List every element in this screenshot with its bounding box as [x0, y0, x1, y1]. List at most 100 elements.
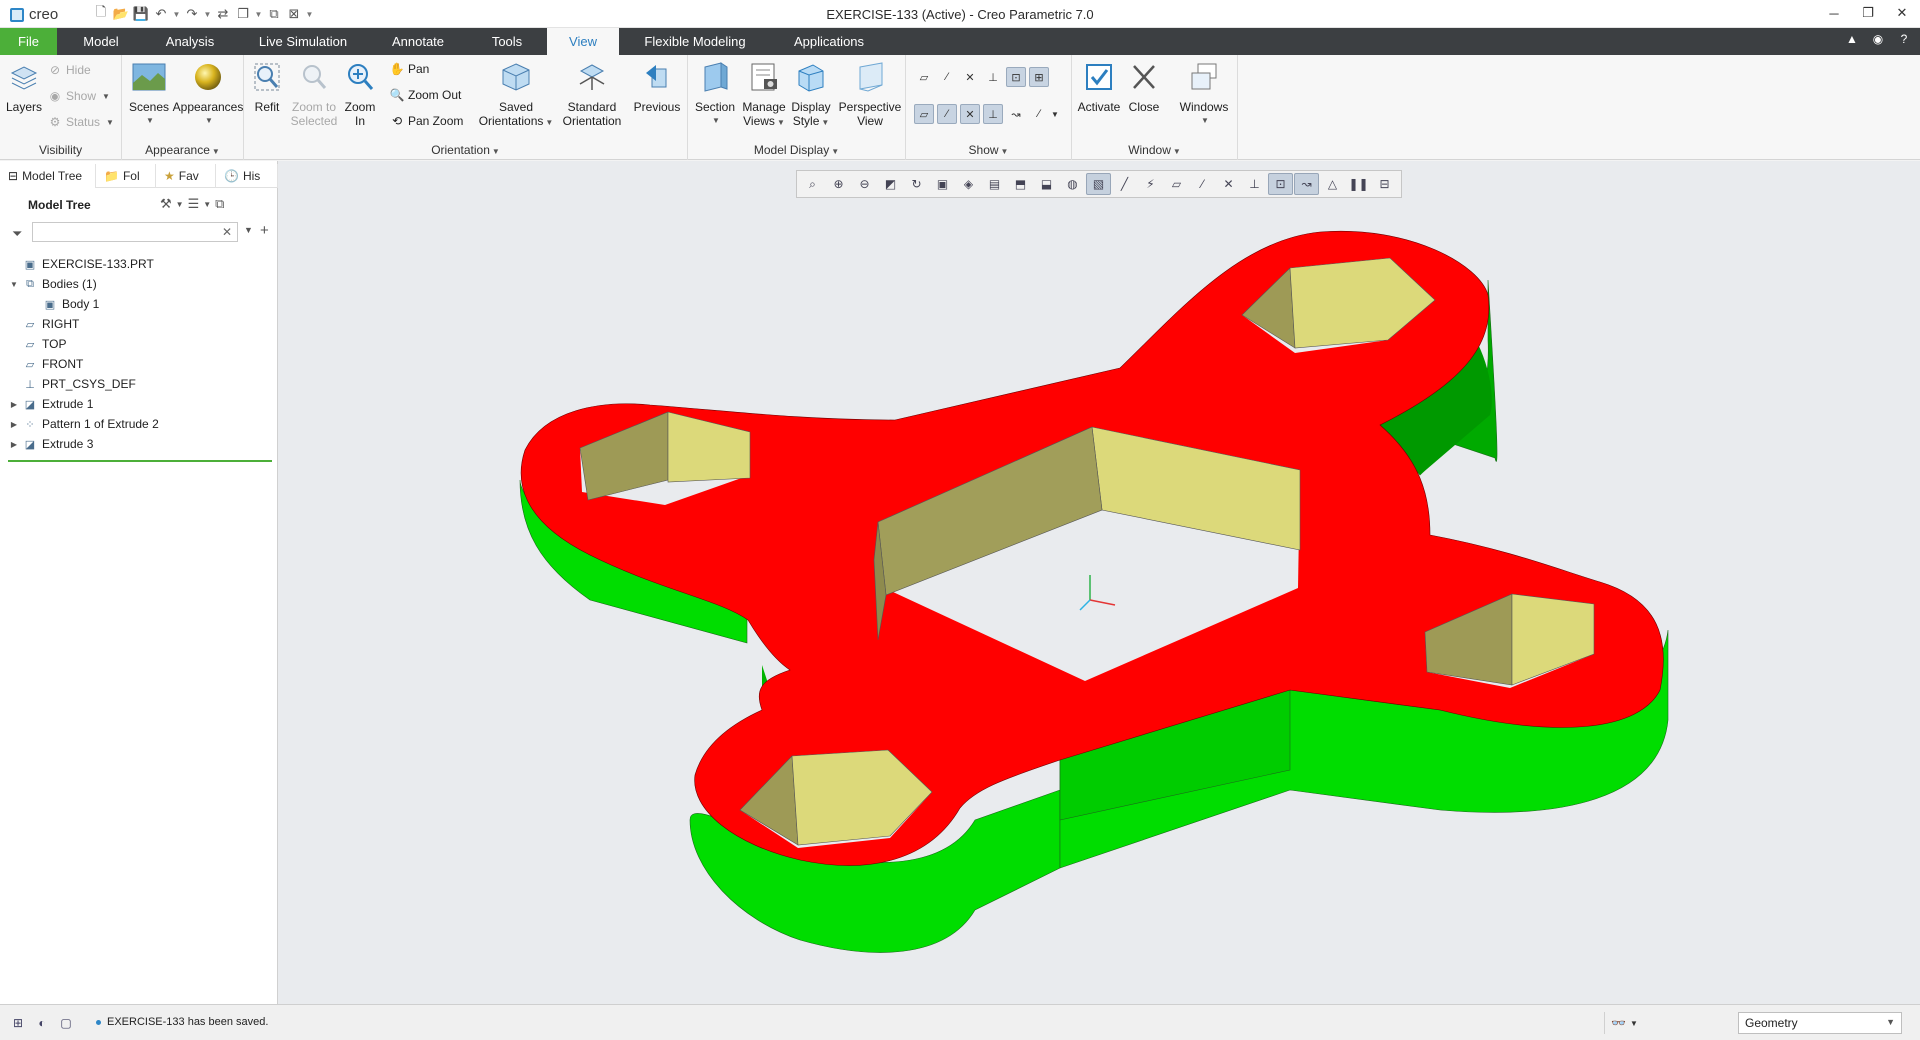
- show-icon: ◉: [49, 89, 61, 103]
- settings-hammer-icon[interactable]: ⚒: [160, 196, 172, 212]
- close-button[interactable]: Close: [1124, 61, 1164, 114]
- tree-item[interactable]: ▶ ◪ Extrude 3: [8, 434, 272, 454]
- show-list-icon[interactable]: ☰: [188, 196, 200, 212]
- toggle-browser-icon[interactable]: ◐: [34, 1015, 50, 1031]
- plane-tag-display-icon[interactable]: ▱: [914, 104, 934, 124]
- tree-item[interactable]: ▣ Body 1: [8, 294, 272, 314]
- curve-display-icon[interactable]: ∕: [1029, 104, 1049, 124]
- expand-arrow-icon[interactable]: ▶: [8, 420, 20, 429]
- csys-tag-display-icon[interactable]: ⊥: [983, 104, 1003, 124]
- tree-item[interactable]: ▣ EXERCISE-133.PRT: [8, 254, 272, 274]
- find-button[interactable]: 👓 ▼: [1604, 1012, 1644, 1034]
- tree-item[interactable]: ⊥ PRT_CSYS_DEF: [8, 374, 272, 394]
- point-tag-display-icon[interactable]: ✕: [960, 104, 980, 124]
- standard-orientation-label-2: Orientation: [562, 114, 622, 128]
- selection-filter-chevron-down-icon: ▼: [1886, 1017, 1895, 1027]
- tab-flexible-modeling[interactable]: Flexible Modeling: [632, 28, 758, 55]
- pan-zoom-label: Pan Zoom: [408, 114, 464, 128]
- perspective-view-button[interactable]: Perspective View: [836, 61, 904, 128]
- tab-view[interactable]: View: [547, 28, 619, 55]
- axis-display-icon[interactable]: ⁄: [937, 67, 957, 87]
- tab-model[interactable]: Model: [66, 28, 136, 55]
- windows-button[interactable]: Windows ▼: [1176, 61, 1232, 128]
- section-button[interactable]: Section ▼: [692, 61, 738, 128]
- filter-funnel-icon[interactable]: ⏷: [12, 226, 22, 242]
- tab-folder-browser[interactable]: 📁 Fol: [96, 164, 156, 188]
- tab-file[interactable]: File: [0, 28, 57, 55]
- tab-analysis[interactable]: Analysis: [150, 28, 230, 55]
- hide-button[interactable]: ⊘ Hide: [48, 61, 91, 79]
- help-icon[interactable]: ?: [1896, 32, 1912, 46]
- tree-item[interactable]: ▼ ⧉ Bodies (1): [8, 274, 272, 294]
- spin-center-icon[interactable]: ⊡: [1006, 67, 1026, 87]
- activate-button[interactable]: Activate: [1074, 61, 1124, 114]
- standard-orientation-button[interactable]: Standard Orientation: [560, 61, 624, 128]
- tab-tools[interactable]: Tools: [474, 28, 540, 55]
- expand-arrow-icon[interactable]: ▶: [8, 400, 20, 409]
- favorites-icon: ★: [164, 169, 175, 183]
- layers-button[interactable]: Layers: [4, 63, 44, 114]
- tree-item-label: Body 1: [62, 297, 100, 311]
- standard-orientation-icon: [579, 64, 605, 90]
- refit-button[interactable]: Refit: [250, 61, 284, 114]
- pan-button[interactable]: ✋ Pan: [389, 60, 430, 78]
- tree-item[interactable]: ▶ ◪ Extrude 1: [8, 394, 272, 414]
- search-input[interactable]: [32, 222, 238, 242]
- toggle-fullscreen-icon[interactable]: ▢: [58, 1015, 74, 1031]
- tree-item[interactable]: ▶ ⁘ Pattern 1 of Extrude 2: [8, 414, 272, 434]
- restore-icon[interactable]: ❐: [1860, 4, 1876, 22]
- plane-display-icon[interactable]: ▱: [914, 67, 934, 87]
- collapse-arrow-icon[interactable]: ▼: [8, 280, 20, 289]
- close-icon[interactable]: ✕: [1894, 4, 1910, 22]
- minimize-icon[interactable]: ─: [1826, 4, 1842, 22]
- expand-arrow-icon[interactable]: ▶: [8, 440, 20, 449]
- show-label: Show: [66, 89, 97, 103]
- tab-applications[interactable]: Applications: [782, 28, 876, 55]
- user-icon[interactable]: ◉: [1870, 32, 1886, 46]
- zoom-to-selected-button[interactable]: Zoom to Selected: [288, 61, 340, 128]
- toggle-navigator-icon[interactable]: ⊞: [10, 1015, 26, 1031]
- tab-history[interactable]: 🕒 His: [216, 164, 278, 188]
- graphics-window[interactable]: ⌕ ⊕ ⊖ ◩ ↻ ▣ ◈ ▤ ⬒ ⬓ ◍ ▧ ╱ ⚡ ▱ ⁄ ✕ ⊥ ⊡ ↝ …: [278, 161, 1920, 1004]
- axis-tag-display-icon[interactable]: ⁄: [937, 104, 957, 124]
- csys-display-icon[interactable]: ⊥: [983, 67, 1003, 87]
- point-display-icon[interactable]: ✕: [960, 67, 980, 87]
- tree-item-label: PRT_CSYS_DEF: [42, 377, 136, 391]
- ribbon: Layers ⊘ Hide ◉ Show ▼ ⚙ Status ▼ Visibi…: [0, 55, 1920, 160]
- display-style-button[interactable]: Display Style ▼: [788, 61, 834, 130]
- tree-item[interactable]: ▱ RIGHT: [8, 314, 272, 334]
- scenes-button[interactable]: Scenes ▼: [126, 61, 172, 128]
- zoom-out-button[interactable]: 🔍 Zoom Out: [390, 86, 462, 104]
- show-dropdown-icon[interactable]: ▼: [203, 200, 211, 209]
- previous-button[interactable]: Previous: [630, 61, 684, 114]
- status-button[interactable]: ⚙ Status ▼: [48, 113, 114, 131]
- model-display-group-label: Model Display ▼: [753, 143, 840, 157]
- insert-here-indicator[interactable]: [8, 460, 272, 462]
- perspective-view-label-2: View: [857, 114, 883, 128]
- minimize-ribbon-icon[interactable]: ▲: [1844, 32, 1860, 46]
- tree-item-label: Bodies (1): [42, 277, 97, 291]
- settings-dropdown-icon[interactable]: ▼: [176, 200, 184, 209]
- add-filter-plus-icon[interactable]: +: [260, 222, 269, 239]
- search-options-dropdown-icon[interactable]: ▼: [244, 225, 253, 235]
- tab-model-tree[interactable]: ⊟ Model Tree: [0, 164, 96, 188]
- tree-filters-icon[interactable]: ⧉: [215, 196, 224, 212]
- clear-search-icon[interactable]: ✕: [222, 225, 232, 239]
- manage-views-button[interactable]: Manage Views ▼: [740, 61, 788, 130]
- saved-orientations-button[interactable]: Saved Orientations ▼: [478, 61, 554, 130]
- tab-favorites[interactable]: ★ Fav: [156, 164, 216, 188]
- tree-item[interactable]: ▱ TOP: [8, 334, 272, 354]
- tree-item[interactable]: ▱ FRONT: [8, 354, 272, 374]
- zoom-in-button[interactable]: Zoom In: [342, 61, 378, 128]
- tab-annotate[interactable]: Annotate: [378, 28, 458, 55]
- tab-live-simulation[interactable]: Live Simulation: [246, 28, 360, 55]
- appearances-button[interactable]: Appearances ▼: [172, 61, 244, 128]
- sketch-display-icon[interactable]: ↝: [1006, 104, 1026, 124]
- show-more-dropdown-icon[interactable]: ▼: [1049, 104, 1061, 124]
- pan-hand-icon: ✋: [389, 62, 405, 76]
- annotation-display-icon[interactable]: ⊞: [1029, 67, 1049, 87]
- manage-views-label-2-wrap: Views ▼: [743, 114, 785, 128]
- show-button[interactable]: ◉ Show ▼: [48, 87, 110, 105]
- pan-zoom-button[interactable]: ⟲ Pan Zoom: [390, 112, 463, 130]
- selection-filter-select[interactable]: Geometry ▼: [1738, 1012, 1902, 1034]
